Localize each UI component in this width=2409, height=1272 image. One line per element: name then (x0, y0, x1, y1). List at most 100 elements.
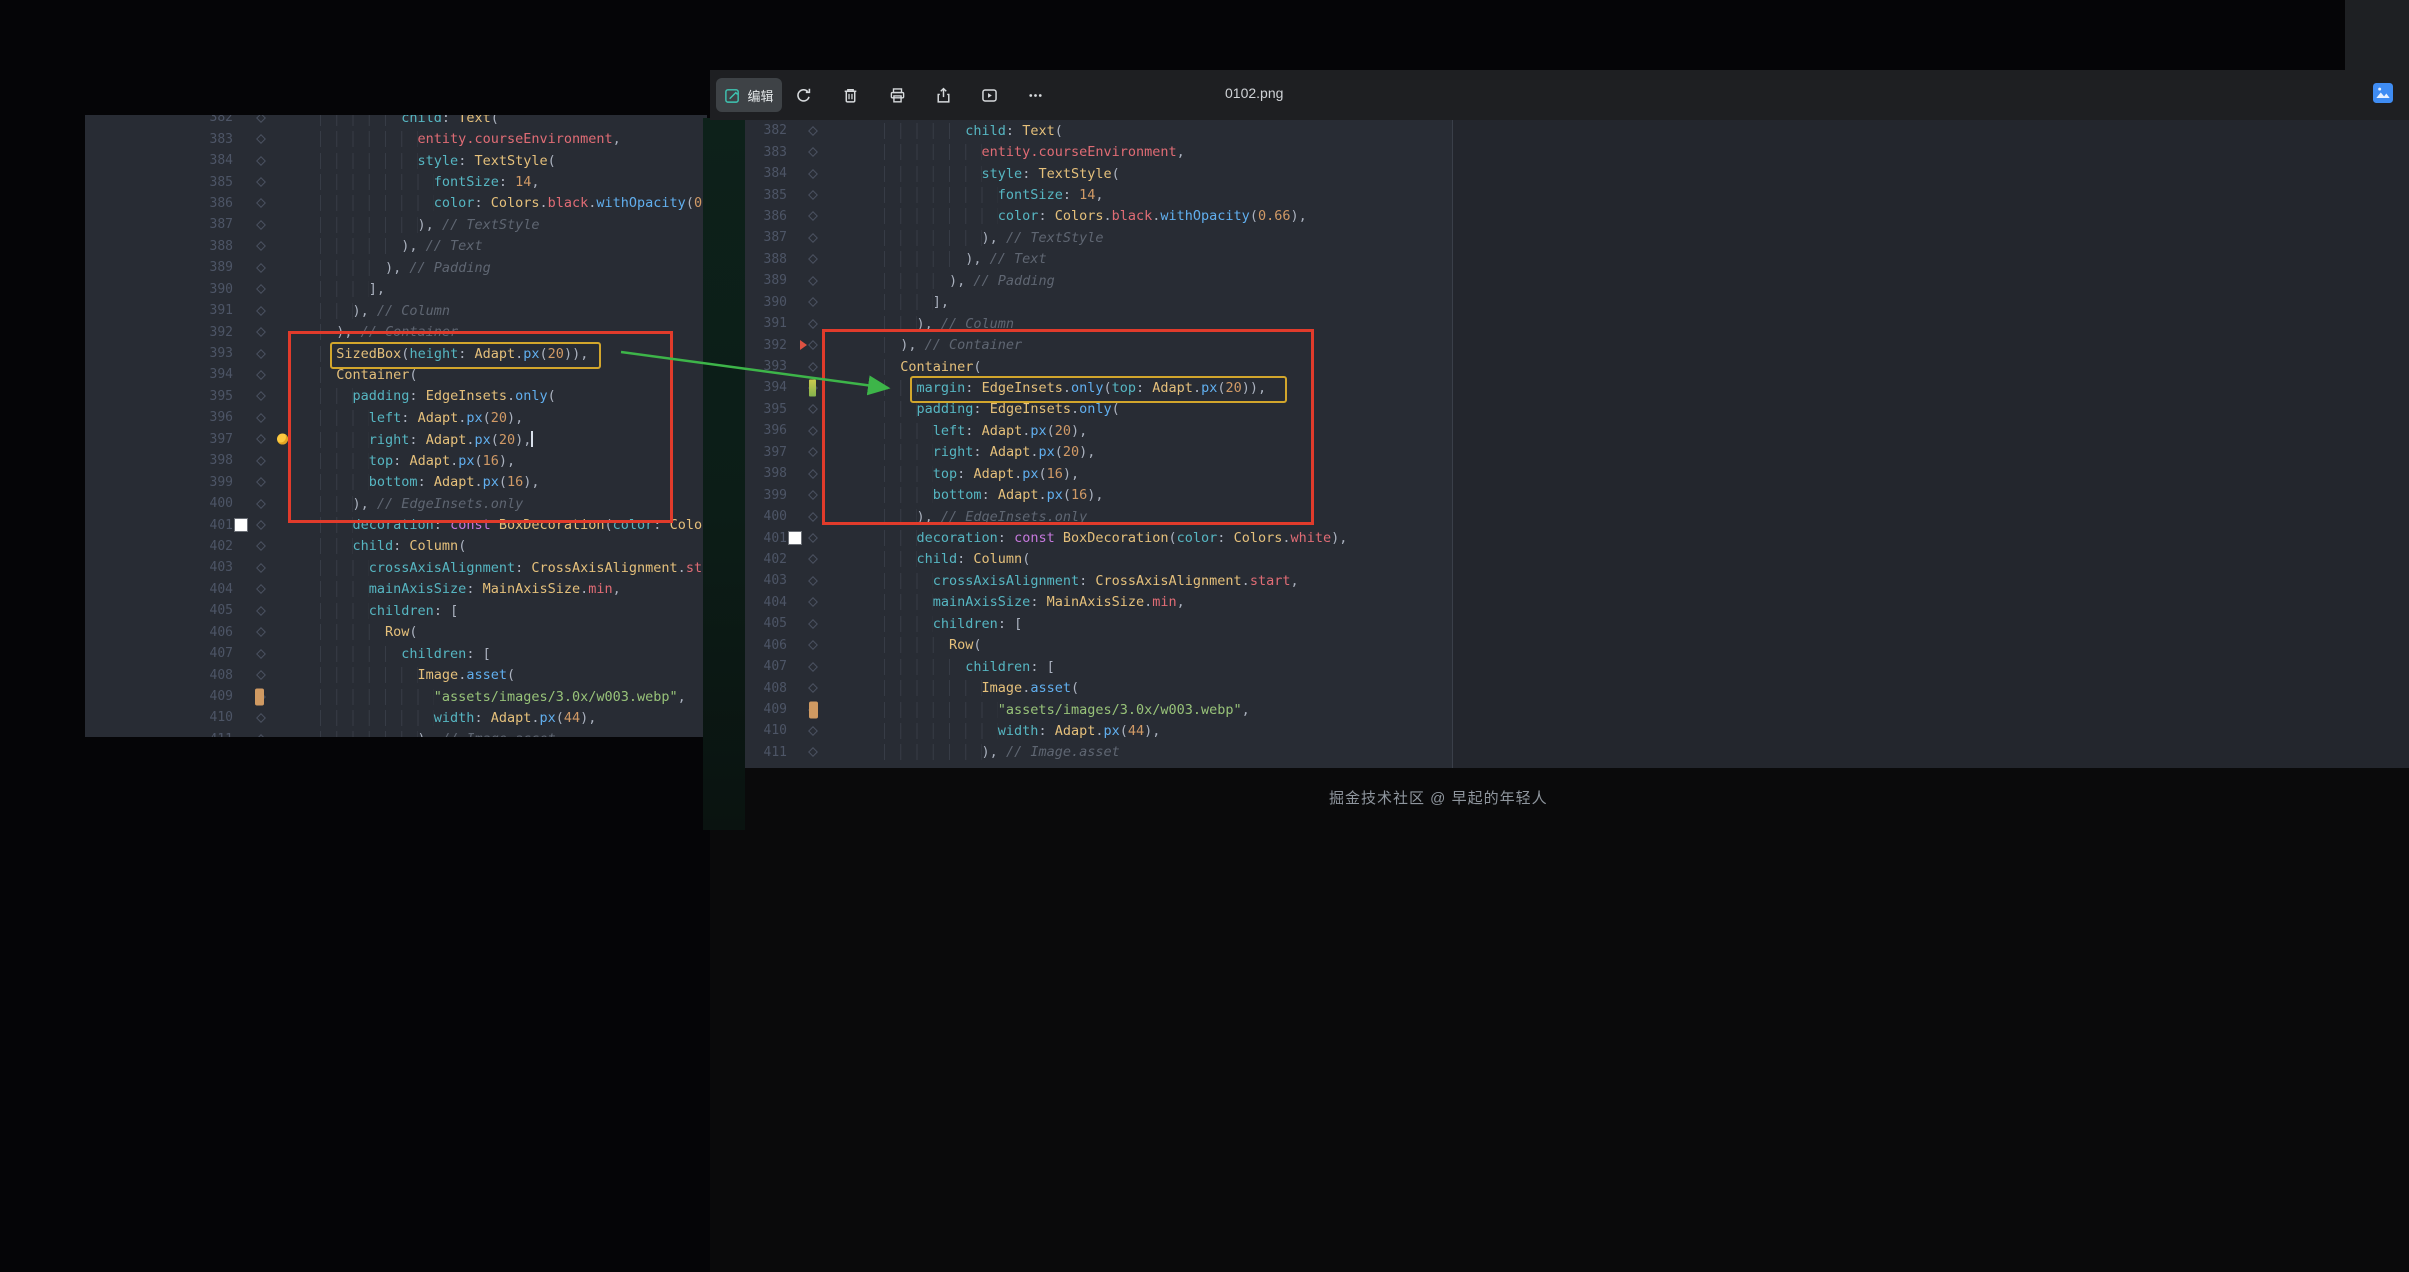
more-button[interactable] (1018, 79, 1052, 111)
code-line[interactable]: 397 right: Adapt.px(20), (85, 429, 707, 450)
fold-marker-icon[interactable] (256, 456, 266, 466)
editor-gutter[interactable] (233, 493, 320, 514)
code-text[interactable]: ), // Padding (320, 260, 491, 276)
fold-marker-icon[interactable] (256, 241, 266, 251)
line-number[interactable]: 383 (85, 132, 233, 147)
line-number[interactable]: 393 (85, 346, 233, 361)
code-text[interactable]: style: TextStyle( (320, 153, 556, 169)
line-number[interactable]: 399 (85, 475, 233, 490)
line-number[interactable]: 386 (85, 196, 233, 211)
code-text[interactable]: top: Adapt.px(16), (320, 453, 515, 469)
fold-marker-icon[interactable] (256, 563, 266, 573)
editor-gutter[interactable] (233, 171, 320, 192)
editor-gutter[interactable] (233, 236, 320, 257)
print-button[interactable] (880, 79, 914, 111)
code-line[interactable]: 403 crossAxisAlignment: CrossAxisAlignme… (85, 557, 707, 578)
code-line[interactable]: 390 ], (85, 279, 707, 300)
editor-gutter[interactable] (233, 115, 320, 128)
code-text[interactable]: right: Adapt.px(20), (320, 431, 533, 448)
code-line[interactable]: 404 mainAxisSize: MainAxisSize.min, (85, 579, 707, 600)
code-line[interactable]: 408 Image.asset( (85, 664, 707, 685)
fold-marker-icon[interactable] (256, 413, 266, 423)
line-number[interactable]: 396 (85, 410, 233, 425)
code-line[interactable]: 385 fontSize: 14, (85, 171, 707, 192)
line-number[interactable]: 390 (85, 282, 233, 297)
line-number[interactable]: 408 (85, 668, 233, 683)
fold-marker-icon[interactable] (256, 670, 266, 680)
code-text[interactable]: ), // TextStyle (320, 217, 539, 233)
line-number[interactable]: 411 (85, 732, 233, 737)
code-text[interactable]: SizedBox(height: Adapt.px(20)), (320, 346, 588, 362)
fold-marker-icon[interactable] (256, 284, 266, 294)
editor-gutter[interactable] (233, 557, 320, 578)
editor-gutter[interactable] (233, 429, 320, 450)
line-number[interactable]: 394 (85, 367, 233, 382)
code-text[interactable]: Image.asset( (320, 667, 515, 683)
fold-marker-icon[interactable] (256, 584, 266, 594)
code-text[interactable]: ), // Container (320, 324, 458, 340)
code-text[interactable]: mainAxisSize: MainAxisSize.min, (320, 581, 621, 597)
code-text[interactable]: child: Text( (320, 115, 499, 126)
line-number[interactable]: 389 (85, 260, 233, 275)
code-line[interactable]: 409 "assets/images/3.0x/w003.webp", (85, 686, 707, 707)
editor-gutter[interactable] (233, 514, 320, 535)
code-line[interactable]: 411 ), // Image.asset (85, 729, 707, 737)
line-number[interactable]: 410 (85, 710, 233, 725)
code-line[interactable]: 392 ), // Container (85, 321, 707, 342)
code-line[interactable]: 396 left: Adapt.px(20), (85, 407, 707, 428)
line-number[interactable]: 407 (85, 646, 233, 661)
editor-gutter[interactable] (233, 300, 320, 321)
editor-gutter[interactable] (233, 450, 320, 471)
code-line[interactable]: 400 ), // EdgeInsets.only (85, 493, 707, 514)
editor-gutter[interactable] (233, 321, 320, 342)
line-number[interactable]: 392 (85, 325, 233, 340)
fold-marker-icon[interactable] (256, 542, 266, 552)
editor-gutter[interactable] (233, 386, 320, 407)
photos-app-icon[interactable] (2372, 83, 2394, 105)
code-text[interactable]: Row( (320, 624, 418, 640)
line-number[interactable]: 402 (85, 539, 233, 554)
code-text[interactable]: entity.courseEnvironment, (320, 131, 621, 147)
code-line[interactable]: 402 child: Column( (85, 536, 707, 557)
code-line[interactable]: 398 top: Adapt.px(16), (85, 450, 707, 471)
code-line[interactable]: 406 Row( (85, 622, 707, 643)
fold-marker-icon[interactable] (256, 306, 266, 316)
fold-marker-icon[interactable] (256, 434, 266, 444)
fold-marker-icon[interactable] (256, 477, 266, 487)
code-text[interactable]: decoration: const BoxDecoration(color: C… (320, 517, 707, 533)
editor-gutter[interactable] (233, 214, 320, 235)
fold-marker-icon[interactable] (256, 115, 266, 123)
editor-gutter[interactable] (233, 643, 320, 664)
line-number[interactable]: 397 (85, 432, 233, 447)
editor-gutter[interactable] (233, 364, 320, 385)
fold-marker-icon[interactable] (256, 199, 266, 209)
code-text[interactable]: "assets/images/3.0x/w003.webp", (320, 689, 686, 705)
delete-button[interactable] (833, 79, 867, 111)
code-line[interactable]: 387 ), // TextStyle (85, 214, 707, 235)
line-number[interactable]: 401 (85, 518, 233, 533)
code-text[interactable]: children: [ (320, 646, 491, 662)
editor-gutter[interactable] (233, 707, 320, 728)
line-number[interactable]: 409 (85, 689, 233, 704)
code-text[interactable]: width: Adapt.px(44), (320, 710, 596, 726)
editor-gutter[interactable] (233, 128, 320, 149)
code-text[interactable]: crossAxisAlignment: CrossAxisAlignment.s… (320, 560, 707, 576)
code-line[interactable]: 383 entity.courseEnvironment, (85, 128, 707, 149)
code-text[interactable]: child: Column( (320, 538, 466, 554)
fold-marker-icon[interactable] (256, 156, 266, 166)
editor-gutter[interactable] (233, 664, 320, 685)
editor-gutter[interactable] (233, 193, 320, 214)
intention-bulb-icon[interactable] (277, 434, 288, 445)
fold-marker-icon[interactable] (256, 349, 266, 359)
code-line[interactable]: 394 Container( (85, 364, 707, 385)
code-text[interactable]: fontSize: 14, (320, 174, 540, 190)
code-line[interactable]: 389 ), // Padding (85, 257, 707, 278)
code-line[interactable]: 407 children: [ (85, 643, 707, 664)
code-line[interactable]: 401 decoration: const BoxDecoration(colo… (85, 514, 707, 535)
editor-gutter[interactable] (233, 343, 320, 364)
fold-marker-icon[interactable] (256, 520, 266, 530)
code-line[interactable]: 384 style: TextStyle( (85, 150, 707, 171)
share-button[interactable] (926, 79, 960, 111)
code-line[interactable]: 399 bottom: Adapt.px(16), (85, 471, 707, 492)
code-line[interactable]: 386 color: Colors.black.withOpacity(0.66… (85, 193, 707, 214)
